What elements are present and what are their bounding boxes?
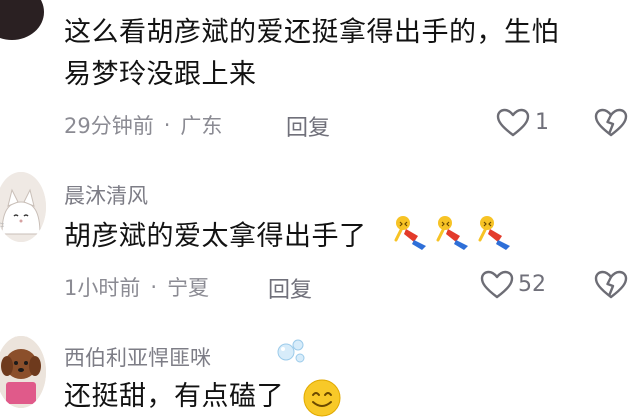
comment-text: 这么看胡彦斌的爱还挺拿得出手的，生怕 — [64, 17, 559, 48]
like-count: 1 — [535, 110, 549, 135]
bubbles-icon — [277, 339, 305, 363]
comment-text: 还挺甜，有点磕了 — [64, 381, 284, 412]
comment-text: 胡彦斌的爱太拿得出手了 — [64, 221, 367, 252]
comment-meta: 29分钟前 · 广东 — [64, 110, 222, 140]
cat-avatar-icon — [0, 172, 46, 242]
avatar[interactable] — [0, 0, 44, 40]
separator-dot: · — [163, 113, 171, 137]
comment-meta: 1小时前 · 宁夏 — [64, 272, 209, 302]
comment-location: 宁夏 — [167, 276, 210, 300]
smile-emoji-icon — [303, 379, 341, 417]
reply-button[interactable]: 回复 — [268, 272, 312, 304]
comment-time: 29分钟前 — [64, 114, 154, 138]
comment-username[interactable]: 西伯利亚悍匪咪 — [64, 342, 211, 372]
reply-button[interactable]: 回复 — [286, 110, 330, 142]
kneeling-emoji-icon — [394, 216, 426, 250]
heart-outline-icon[interactable] — [480, 270, 514, 300]
heart-outline-icon[interactable] — [496, 108, 530, 138]
comment-time: 1小时前 — [64, 276, 141, 300]
like-count: 52 — [518, 272, 546, 297]
comment-text: 易梦玲没跟上来 — [64, 59, 257, 90]
broken-heart-outline-icon[interactable] — [594, 270, 628, 300]
separator-dot: · — [150, 275, 158, 299]
avatar[interactable] — [0, 172, 46, 242]
comment-username[interactable]: 晨沐清风 — [64, 180, 148, 210]
broken-heart-outline-icon[interactable] — [594, 108, 628, 138]
comment-location: 广东 — [180, 114, 223, 138]
kneeling-emoji-icon — [478, 216, 510, 250]
puppy-avatar-icon — [0, 336, 46, 408]
emoji-group — [392, 212, 516, 252]
kneeling-emoji-icon — [436, 216, 468, 250]
avatar[interactable] — [0, 336, 46, 408]
